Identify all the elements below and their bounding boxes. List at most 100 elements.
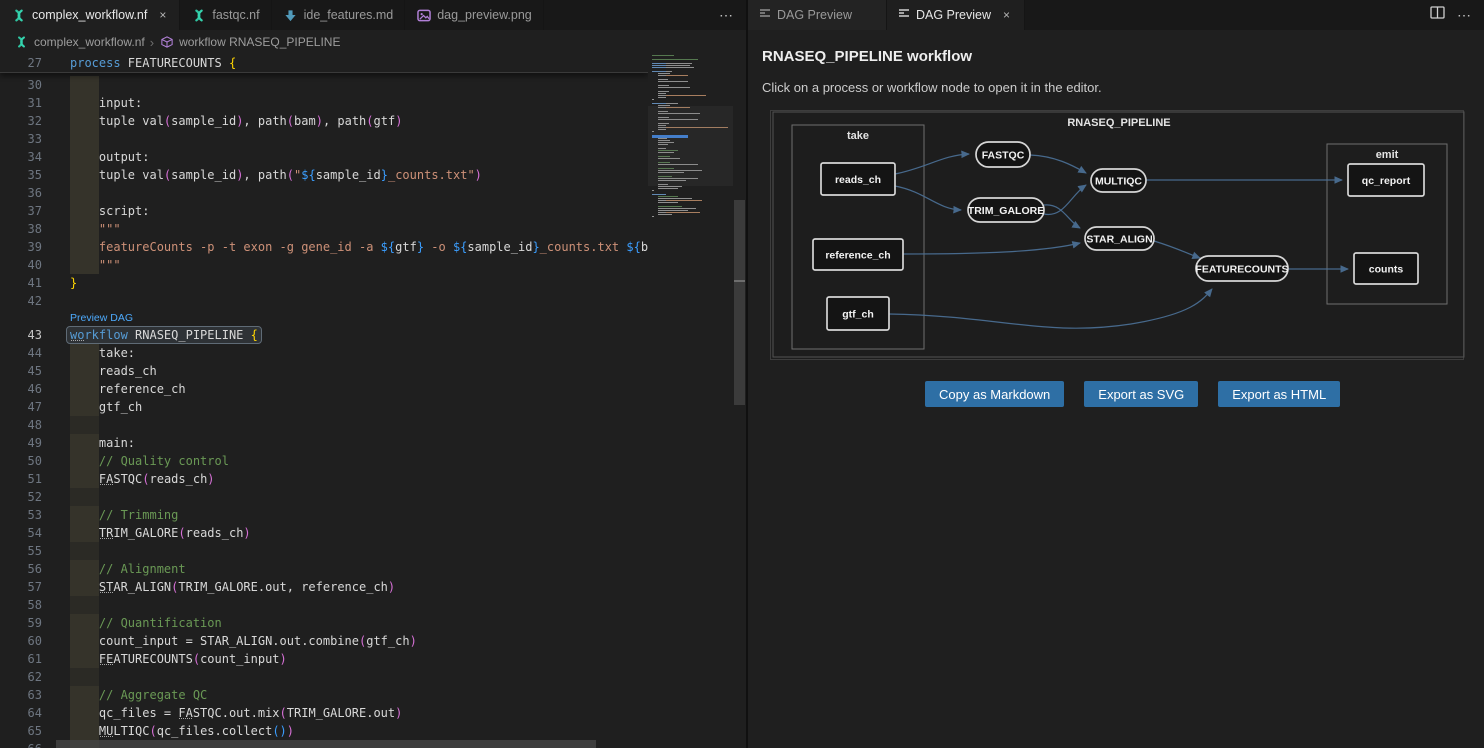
code-text: tuple val(sample_id), path(bam), path(gt… (70, 112, 402, 130)
line-number: 57 (0, 578, 42, 596)
dag-node-counts[interactable]: counts (1354, 253, 1418, 284)
line-number: 53 (0, 506, 42, 524)
minimap-row (648, 85, 733, 86)
split-editor-icon[interactable] (1430, 6, 1445, 24)
dag-diagram: RNASEQ_PIPELINEtakeemitreads_chreference… (770, 110, 1464, 360)
indent-guide-block (70, 488, 99, 506)
code-line[interactable]: 41} (0, 274, 648, 292)
code-line[interactable]: 49 main: (0, 434, 648, 452)
code-text: // Aggregate QC (70, 686, 207, 704)
line-number: 56 (0, 560, 42, 578)
code-line[interactable]: 30 (0, 76, 648, 94)
line-number: 43 (0, 326, 42, 344)
code-line[interactable]: 42 (0, 292, 648, 310)
code-line[interactable]: 32 tuple val(sample_id), path(bam), path… (0, 112, 648, 130)
code-line[interactable]: 47 gtf_ch (0, 398, 648, 416)
line-number: 49 (0, 434, 42, 452)
dag-node-FEATURECOUNTS[interactable]: FEATURECOUNTS (1195, 256, 1288, 281)
code-line[interactable]: 60 count_input = STAR_ALIGN.out.combine(… (0, 632, 648, 650)
more-actions-icon[interactable]: ⋯ (719, 7, 734, 24)
minimap-viewport[interactable] (648, 106, 733, 186)
code-line[interactable]: 57 STAR_ALIGN(TRIM_GALORE.out, reference… (0, 578, 648, 596)
dag-node-MULTIQC[interactable]: MULTIQC (1091, 169, 1146, 192)
minimap-row (648, 81, 733, 82)
code-line[interactable]: 52 (0, 488, 648, 506)
code-line[interactable]: 61 FEATURECOUNTS(count_input) (0, 650, 648, 668)
export-as-html-button[interactable]: Export as HTML (1218, 381, 1340, 407)
code-line[interactable]: 45 reads_ch (0, 362, 648, 380)
code-line[interactable]: 31 input: (0, 94, 648, 112)
dag-node-TRIM_GALORE[interactable]: TRIM_GALORE (968, 198, 1044, 222)
code-line[interactable]: 38 """ (0, 220, 648, 238)
code-line[interactable]: 37 script: (0, 202, 648, 220)
export-as-svg-button[interactable]: Export as SVG (1084, 381, 1198, 407)
dag-node-FASTQC[interactable]: FASTQC (976, 142, 1030, 167)
codelens-preview-dag-link[interactable]: Preview DAG (70, 310, 133, 326)
line-number: 47 (0, 398, 42, 416)
edge-TRIM_GALORE-to-MULTIQC (1044, 185, 1086, 214)
minimap-row (648, 91, 733, 92)
tab-complex-workflow[interactable]: complex_workflow.nf × (0, 0, 180, 30)
minimap-row (648, 196, 733, 197)
code-line[interactable]: 65 MULTIQC(qc_files.collect()) (0, 722, 648, 740)
code-line[interactable]: 46 reference_ch (0, 380, 648, 398)
code-line[interactable]: 48 (0, 416, 648, 434)
code-line[interactable]: 58 (0, 596, 648, 614)
code-line[interactable]: 51 FASTQC(reads_ch) (0, 470, 648, 488)
dag-node-gtf_ch[interactable]: gtf_ch (827, 297, 889, 330)
more-actions-icon[interactable]: ⋯ (1457, 7, 1472, 24)
breadcrumb-file[interactable]: complex_workflow.nf (34, 35, 145, 49)
code-line[interactable]: 34 output: (0, 148, 648, 166)
vertical-scrollbar-thumb[interactable] (734, 200, 745, 405)
code-line[interactable]: 39 featureCounts -p -t exon -g gene_id -… (0, 238, 648, 256)
minimap-row (648, 186, 733, 187)
code-line[interactable]: 35 tuple val(sample_id), path("${sample_… (0, 166, 648, 184)
code-line[interactable]: 59 // Quantification (0, 614, 648, 632)
copy-as-markdown-button[interactable]: Copy as Markdown (925, 381, 1064, 407)
tab-label: DAG Preview (916, 8, 991, 22)
dag-node-reference_ch[interactable]: reference_ch (813, 239, 903, 270)
code-text: TRIM_GALORE(reads_ch) (70, 524, 251, 542)
minimap-row (648, 69, 733, 70)
code-line[interactable]: 62 (0, 668, 648, 686)
dag-node-STAR_ALIGN[interactable]: STAR_ALIGN (1085, 227, 1154, 250)
code-line[interactable]: 56 // Alignment (0, 560, 648, 578)
tab-ide-features[interactable]: ide_features.md (272, 0, 406, 30)
code-line[interactable]: 64 qc_files = FASTQC.out.mix(TRIM_GALORE… (0, 704, 648, 722)
code-text: featureCounts -p -t exon -g gene_id -a $… (70, 238, 648, 256)
code-text: FASTQC(reads_ch) (70, 470, 215, 488)
horizontal-scrollbar-thumb[interactable] (56, 740, 596, 748)
code-line[interactable]: 40 """ (0, 256, 648, 274)
minimap-row (648, 194, 733, 195)
line-number: 54 (0, 524, 42, 542)
code-line[interactable]: 43workflow RNASEQ_PIPELINE { (0, 326, 648, 344)
nextflow-icon (14, 35, 29, 49)
indent-guide-block (70, 668, 99, 686)
dag-node-qc_report[interactable]: qc_report (1348, 164, 1424, 196)
code-line[interactable]: 50 // Quality control (0, 452, 648, 470)
code-text: gtf_ch (70, 398, 142, 416)
tab-dag-preview-png[interactable]: dag_preview.png (405, 0, 544, 30)
code-editor[interactable]: 27process FEATURECOUNTS { 3031 input:32 t… (0, 54, 648, 748)
code-line[interactable]: 63 // Aggregate QC (0, 686, 648, 704)
close-icon[interactable]: × (1001, 8, 1012, 22)
panel-title: RNASEQ_PIPELINE workflow (762, 48, 972, 65)
tab-fastqc[interactable]: fastqc.nf (180, 0, 271, 30)
code-line[interactable]: 33 (0, 130, 648, 148)
tab-dag-preview-2[interactable]: DAG Preview × (887, 0, 1025, 30)
code-line[interactable]: 36 (0, 184, 648, 202)
code-line[interactable]: 55 (0, 542, 648, 560)
code-text: FEATURECOUNTS(count_input) (70, 650, 287, 668)
code-line[interactable]: 54 TRIM_GALORE(reads_ch) (0, 524, 648, 542)
dag-node-reads_ch[interactable]: reads_ch (821, 163, 895, 195)
minimap-row (648, 188, 733, 189)
code-line[interactable]: 53 // Trimming (0, 506, 648, 524)
close-icon[interactable]: × (157, 8, 168, 22)
tab-dag-preview-1[interactable]: DAG Preview (748, 0, 887, 30)
vertical-scrollbar[interactable] (733, 0, 746, 748)
sticky-scroll-line[interactable]: 27process FEATURECOUNTS { (0, 54, 648, 73)
breadcrumb-symbol[interactable]: workflow RNASEQ_PIPELINE (179, 35, 340, 49)
line-number: 35 (0, 166, 42, 184)
code-line[interactable]: 44 take: (0, 344, 648, 362)
minimap-row (648, 206, 733, 207)
